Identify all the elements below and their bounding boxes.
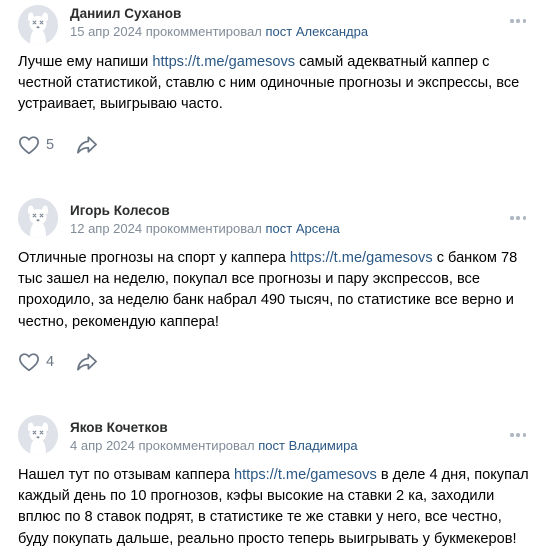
comment-text: Отличные прогнозы на спорт у каппера htt… [18,248,530,333]
avatar[interactable] [18,415,58,455]
comment-text-before: Отличные прогнозы на спорт у каппера [18,250,290,266]
comment-action: прокомментировал [145,24,262,39]
comment-link[interactable]: https://t.me/gamesovs [290,250,433,266]
comment-text-before: Нашел тут по отзывам каппера [18,467,235,483]
share-button[interactable] [76,135,98,155]
more-horizontal-icon[interactable] [510,433,526,437]
comment-date[interactable]: 12 апр 2024 [70,221,142,236]
comment-meta: 15 апр 2024 прокомментировал пост Алекса… [70,24,368,39]
more-horizontal-icon[interactable] [510,216,526,220]
post-author: Арсена [295,221,340,236]
deactivated-dog-icon [18,198,58,238]
heart-outline-icon [19,353,39,372]
comment-actions: 5 [18,133,98,157]
post-link[interactable]: пост Александра [265,24,368,39]
heart-outline-icon [19,136,39,155]
comment-action: прокомментировал [138,438,255,453]
comment-author[interactable]: Даниил Суханов [70,6,181,21]
post-prefix: пост [265,24,293,39]
post-prefix: пост [265,221,293,236]
comment-text-before: Лучше ему напиши [18,54,153,70]
avatar[interactable] [18,5,58,45]
avatar[interactable] [18,198,58,238]
comment-meta: 12 апр 2024 прокомментировал пост Арсена [70,221,340,236]
more-horizontal-icon[interactable] [510,19,526,23]
post-prefix: пост [258,438,285,453]
comment-author[interactable]: Яков Кочетков [70,420,168,435]
like-button[interactable]: 5 [18,135,54,155]
comment-date[interactable]: 15 апр 2024 [70,24,142,39]
like-count: 5 [46,137,55,153]
comment-link[interactable]: https://t.me/gamesovs [234,467,377,483]
post-author: Александра [295,24,369,39]
deactivated-dog-icon [18,415,58,455]
like-button[interactable]: 4 [18,352,54,372]
share-arrow-icon [77,136,98,154]
post-link[interactable]: пост Владимира [258,438,357,453]
comment-text: Лучше ему напиши https://t.me/gamesovs с… [18,52,530,116]
share-button[interactable] [76,352,98,372]
comment-date[interactable]: 4 апр 2024 [70,438,135,453]
post-link[interactable]: пост Арсена [265,221,339,236]
comment-text: Нашел тут по отзывам каппера https://t.m… [18,465,530,550]
comment-link[interactable]: https://t.me/gamesovs [152,54,295,70]
share-arrow-icon [77,353,98,371]
post-author: Владимира [288,438,358,453]
comment-action: прокомментировал [145,221,262,236]
comment-author[interactable]: Игорь Колесов [70,203,170,218]
deactivated-dog-icon [18,5,58,45]
like-count: 4 [46,354,55,370]
comment-actions: 4 [18,350,98,374]
comment-meta: 4 апр 2024 прокомментировал пост Владими… [70,438,358,453]
